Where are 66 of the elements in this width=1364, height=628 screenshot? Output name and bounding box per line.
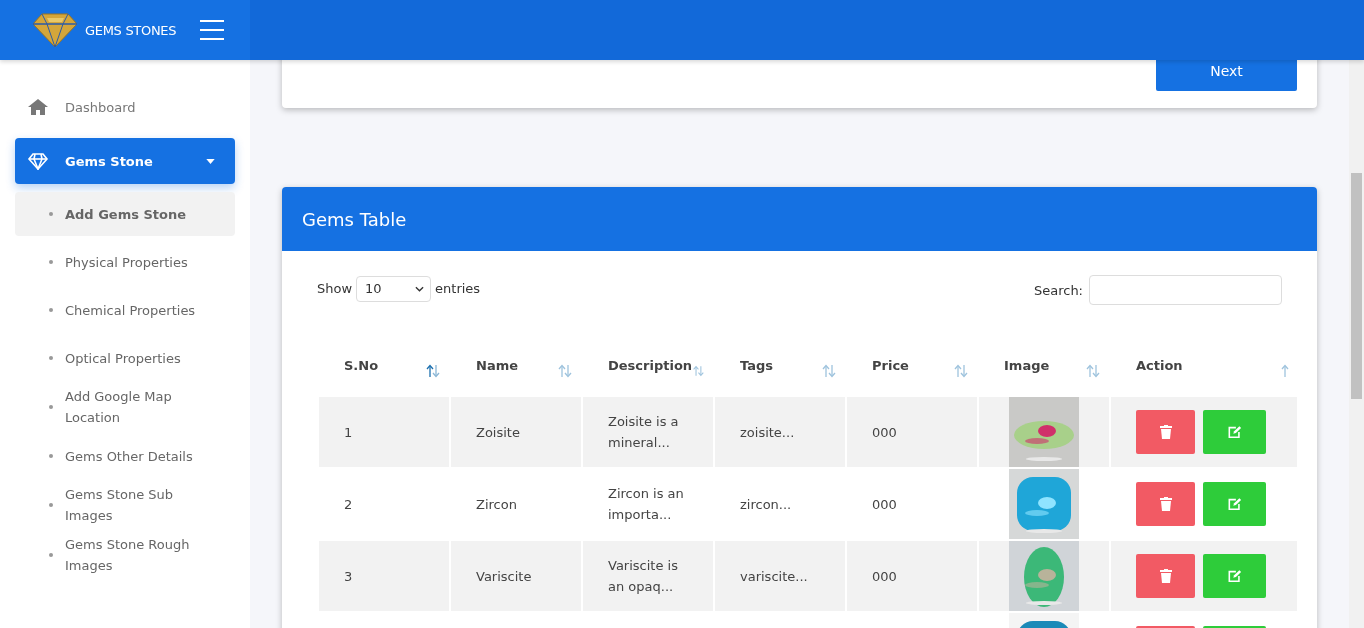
- table-cell: Zoisite is a mineral...: [583, 397, 713, 467]
- table-cell: variscite...: [715, 541, 845, 611]
- column-header[interactable]: Price: [847, 335, 977, 395]
- bullet-icon: [49, 356, 53, 360]
- table-cell: Zoisite: [451, 397, 581, 467]
- submenu-item[interactable]: Gems Other Details: [15, 434, 235, 478]
- table-cell: Variscite: [451, 541, 581, 611]
- trash-icon: [1158, 497, 1173, 511]
- table-cell-text: Zircon: [475, 495, 518, 514]
- nav-link[interactable]: Dashboard: [15, 84, 235, 130]
- table-cell: 000: [847, 397, 977, 467]
- brand-name: GEMS STONES: [85, 22, 177, 38]
- search-label: Search:: [1033, 282, 1083, 298]
- submenu-item[interactable]: Add Google Map Location: [15, 384, 235, 430]
- home-icon: [27, 98, 49, 116]
- submenu-item[interactable]: Optical Properties: [15, 336, 235, 380]
- bullet-icon: [49, 212, 53, 216]
- trash-icon: [1158, 569, 1173, 583]
- submenu-item[interactable]: Gems Stone Sub Images: [15, 482, 235, 528]
- bullet-icon: [49, 308, 53, 312]
- edit-button[interactable]: [1203, 482, 1266, 526]
- entries-label: entries: [435, 281, 481, 296]
- table-cell-text: 000: [871, 495, 898, 514]
- card-title: Gems Table: [302, 208, 407, 230]
- submenu-item[interactable]: Gems Stone Rough Images: [15, 532, 235, 578]
- edit-button[interactable]: [1203, 410, 1266, 454]
- table-cell-text: Zircon is an importa...: [607, 485, 685, 524]
- table-cell: 1: [319, 397, 449, 467]
- bullet-icon: [49, 260, 53, 264]
- table-cell: 3: [319, 541, 449, 611]
- column-header[interactable]: Name: [451, 335, 581, 395]
- submenu-item[interactable]: Chemical Properties: [15, 288, 235, 332]
- menu-item[interactable]: Gems Stone: [15, 138, 235, 184]
- column-header[interactable]: S.No: [319, 335, 449, 395]
- bullet-icon: [49, 503, 53, 507]
- diamond-logo-icon: [32, 12, 78, 48]
- submenu-item[interactable]: Physical Properties: [15, 240, 235, 284]
- diamond-icon: [27, 152, 49, 170]
- page-size-select[interactable]: 10: [356, 275, 432, 302]
- search-field[interactable]: [1089, 275, 1282, 305]
- trash-icon: [1158, 425, 1173, 439]
- table-cell: Variscite is an opaq...: [583, 541, 713, 611]
- delete-button[interactable]: [1136, 482, 1195, 526]
- scrollbar[interactable]: [1349, 60, 1364, 628]
- edit-button[interactable]: [1203, 554, 1266, 598]
- show-label: Show: [317, 281, 353, 296]
- edit-icon: [1227, 497, 1242, 511]
- delete-button[interactable]: [1136, 410, 1195, 454]
- delete-button[interactable]: [1136, 554, 1195, 598]
- bullet-icon: [49, 405, 53, 409]
- menu-icon[interactable]: [200, 20, 225, 40]
- table-cell: zoisite...: [715, 397, 845, 467]
- column-header[interactable]: Description: [583, 335, 713, 395]
- bullet-icon: [49, 454, 53, 458]
- edit-icon: [1227, 425, 1242, 439]
- table-cell-text: zircon...: [739, 495, 793, 514]
- next-button[interactable]: Next: [1156, 60, 1297, 91]
- chevron-icon: [415, 285, 425, 292]
- edit-icon: [1227, 569, 1242, 583]
- table-cell: 000: [847, 541, 977, 611]
- column-header[interactable]: Tags: [715, 335, 845, 395]
- bullet-icon: [49, 553, 53, 557]
- submenu-item[interactable]: Add Gems Stone: [15, 192, 235, 236]
- column-header[interactable]: Action: [1111, 335, 1297, 395]
- table-cell-text: 2: [343, 495, 354, 514]
- column-header[interactable]: Image: [979, 335, 1109, 395]
